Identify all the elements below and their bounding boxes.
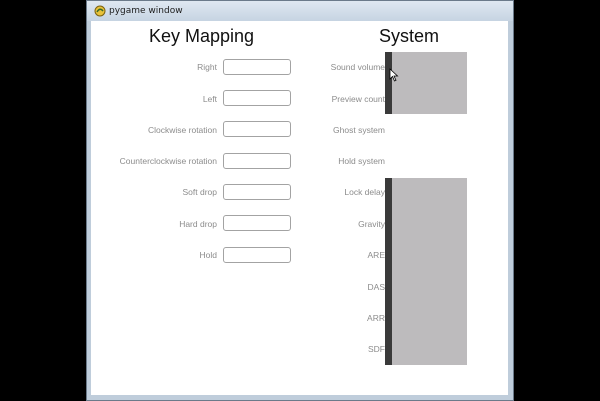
key-label-clockwise-rotation: Clockwise rotation <box>148 125 217 135</box>
system-slider-bar-bottom[interactable] <box>385 178 392 365</box>
system-label-lock-delay: Lock delay <box>344 187 385 197</box>
key-input-left[interactable] <box>223 90 291 106</box>
key-label-counterclockwise-rotation: Counterclockwise rotation <box>119 156 217 166</box>
game-surface[interactable]: Key Mapping System Right Left Clockwise … <box>91 21 508 395</box>
window-title: pygame window <box>109 6 183 16</box>
key-mapping-heading: Key Mapping <box>149 26 255 46</box>
system-label-sdf: SDF <box>368 344 385 354</box>
system-label-ghost-system: Ghost system <box>333 125 385 135</box>
pygame-window: pygame window Key Mapping System Right L… <box>86 0 514 401</box>
key-input-hold[interactable] <box>223 247 291 263</box>
system-panel-top[interactable] <box>388 52 467 114</box>
key-label-right: Right <box>197 62 217 72</box>
title-bar[interactable]: pygame window <box>87 1 513 21</box>
key-label-hold: Hold <box>199 250 217 260</box>
key-input-soft-drop[interactable] <box>223 184 291 200</box>
pygame-snake-icon <box>94 5 106 17</box>
system-heading: System <box>379 26 440 46</box>
system-label-hold-system: Hold system <box>338 156 385 166</box>
key-input-counterclockwise-rotation[interactable] <box>223 153 291 169</box>
system-panel-bottom[interactable] <box>388 178 467 365</box>
system-label-das: DAS <box>367 282 385 292</box>
system-label-gravity: Gravity <box>358 219 385 229</box>
key-input-right[interactable] <box>223 59 291 75</box>
key-label-soft-drop: Soft drop <box>182 187 218 197</box>
key-label-left: Left <box>202 94 217 104</box>
mouse-pointer-icon <box>389 68 399 82</box>
system-label-preview-count: Preview count <box>331 94 385 104</box>
key-input-hard-drop[interactable] <box>223 215 291 231</box>
system-label-sound-volume: Sound volume <box>330 62 385 72</box>
system-label-arr: ARR <box>367 313 385 323</box>
system-label-are: ARE <box>367 250 385 260</box>
key-label-hard-drop: Hard drop <box>179 219 217 229</box>
system-slider-bar-top[interactable] <box>385 52 392 114</box>
key-input-clockwise-rotation[interactable] <box>223 121 291 137</box>
